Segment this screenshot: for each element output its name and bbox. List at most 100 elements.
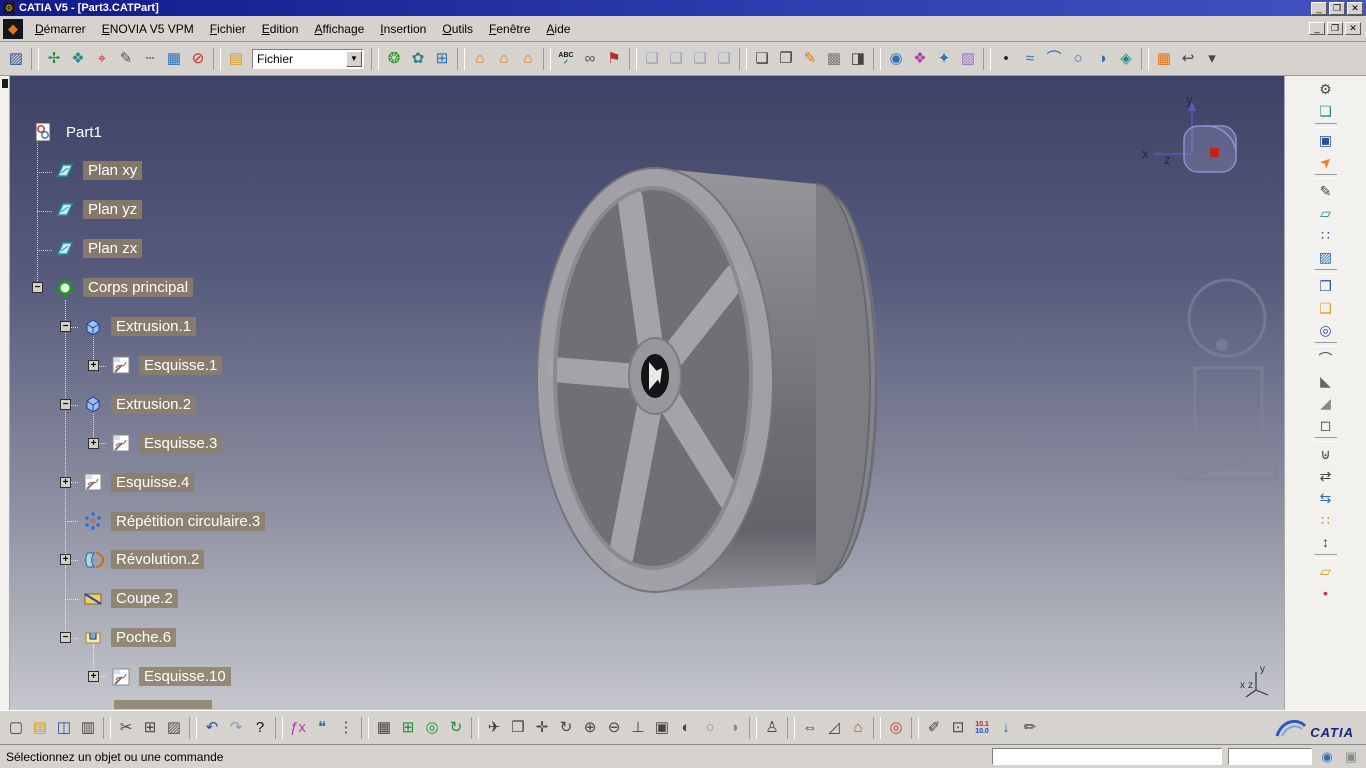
paste-icon[interactable]: ▨ [162,716,186,740]
toolbar-separator[interactable] [371,47,379,70]
orientation-compass[interactable]: y x z [1142,92,1237,173]
status-sphere-icon[interactable]: ◉ [1318,748,1336,766]
dashed-line-icon[interactable]: ┄ [138,47,162,71]
arrow-down-icon[interactable]: ↓ [994,716,1018,740]
menu-edition[interactable]: Edition [254,18,307,40]
boolean-tool-icon[interactable]: ⊎ [1314,443,1338,465]
tree-item-label[interactable]: Esquisse.3 [139,433,223,453]
window-icon[interactable]: ❏ [750,47,774,71]
publish-icon[interactable]: ⚑ [602,47,626,71]
frame-icon-3[interactable]: ❏ [688,47,712,71]
tree-expander-plus[interactable]: + [88,671,99,683]
tree-item-label[interactable]: Coupe.2 [111,589,178,609]
toolbar-separator[interactable] [911,716,919,739]
toolbar-separator[interactable] [739,47,747,70]
tree-item-label[interactable]: Plan xy [83,161,143,181]
sphere-icon[interactable]: ◉ [884,47,908,71]
toolbar-separator[interactable] [361,716,369,739]
open-icon[interactable]: ▤ [28,716,52,740]
update-icon[interactable]: ❂ [382,47,406,71]
manipulation-icon[interactable]: ❖ [66,47,90,71]
material-lib-icon[interactable]: ❖ [908,47,932,71]
tree-item-label[interactable]: Esquisse.1 [139,355,223,375]
tree-item-esquisse-1[interactable]: Esquisse.1 [110,350,223,380]
pad-tool-icon[interactable]: ❐ [1314,275,1338,297]
toolbar-separator[interactable] [31,47,39,70]
mdi-close-button[interactable]: ✕ [1345,22,1361,35]
tree-item-corps-principal[interactable]: Corps principal [54,273,194,303]
tree-expander-minus[interactable]: − [60,321,71,332]
redo-icon[interactable]: ↷ [224,716,248,740]
more-dots-icon[interactable]: ⋮ [334,716,358,740]
tree-item-label[interactable]: Répétition circulaire.3 [111,511,266,531]
menu-affichage[interactable]: Affichage [306,18,372,40]
sphere-measure-icon[interactable]: ◎ [420,716,444,740]
toolbar-separator[interactable] [471,716,479,739]
hyperlink-icon[interactable]: ∞ [578,47,602,71]
sketch-grid-icon[interactable]: ▨ [1314,246,1338,268]
fly-mode-icon[interactable]: ✈ [482,716,506,740]
catalog-browser-icon[interactable]: ◎ [884,716,908,740]
save-icon[interactable]: ◫ [52,716,76,740]
scale-tool-icon[interactable]: ↕ [1314,531,1338,553]
tree-expander-plus[interactable]: + [88,437,99,449]
sketcher-icon[interactable]: ✎ [1314,180,1338,202]
new-file-icon[interactable]: ▢ [4,716,28,740]
workbench-icon[interactable]: ▨ [4,47,28,71]
measure-item-icon[interactable]: ◿ [822,716,846,740]
wheel-3d-model[interactable] [536,167,878,593]
fillet-tool-icon[interactable]: ⌒ [1314,348,1338,370]
settings-gear-icon[interactable]: ⚙ [1314,78,1338,100]
tree-expander-minus[interactable]: − [32,282,43,294]
pen-icon[interactable]: ✎ [114,47,138,71]
mirror-tool-icon[interactable]: ⇆ [1314,487,1338,509]
formula-icon[interactable]: ƒx [286,716,310,740]
combo-dropdown-button[interactable]: ▼ [346,50,362,67]
toolbar-separator[interactable] [543,47,551,70]
more-chevron-icon[interactable]: ▾ [1200,47,1224,71]
tree-item-esquisse-10[interactable]: Esquisse.10 [110,662,231,692]
zoom-area-icon[interactable]: ⊡ [946,716,970,740]
plane-tool-icon[interactable]: ▱ [1314,560,1338,582]
snap-grid-icon[interactable]: ⊞ [396,716,420,740]
toolbar-separator[interactable] [873,47,881,70]
pattern-tool-icon[interactable]: ∷ [1314,509,1338,531]
tree-expander-plus[interactable]: + [88,359,99,371]
catalog-icon-1[interactable]: ⌂ [468,47,492,71]
toolbar-separator[interactable] [275,716,283,739]
shell-tool-icon[interactable]: ◻ [1314,414,1338,436]
cut-icon[interactable]: ✂ [114,716,138,740]
grid-table-icon[interactable]: ▦ [372,716,396,740]
catalog-icon-2[interactable]: ⌂ [492,47,516,71]
views-icon[interactable]: ❐ [774,47,798,71]
swap-visible-icon[interactable]: ◑ [722,716,746,740]
tree-item-label[interactable]: Corps principal [83,278,194,298]
tree-item-label[interactable]: Esquisse.4 [111,472,195,492]
rotate-icon[interactable]: ↻ [554,716,578,740]
multi-view-icon[interactable]: ❒ [506,716,530,740]
workbench-frame-icon[interactable]: ❏ [1314,100,1338,122]
print-icon[interactable]: ▥ [76,716,100,740]
menu-d-marrer[interactable]: Démarrer [27,18,94,40]
annotate-icon[interactable]: ✐ [922,716,946,740]
tree-item-label[interactable]: Extrusion.2 [111,394,197,414]
menu-fichier[interactable]: Fichier [202,18,254,40]
tree-item-label[interactable]: Plan zx [83,239,143,259]
toolbar-separator[interactable] [983,47,991,70]
texture-icon[interactable]: ▩ [822,47,846,71]
status-box-icon[interactable]: ▣ [1342,748,1360,766]
toolbar-separator[interactable] [629,47,637,70]
restore-button[interactable]: ❐ [1329,1,1345,15]
toolbar-separator[interactable] [749,716,757,739]
sketch-ruler-icon[interactable]: ✏ [1018,716,1042,740]
mdi-minimize-button[interactable]: _ [1309,22,1325,35]
frame-icon-4[interactable]: ❏ [712,47,736,71]
zoom-out-icon[interactable]: ⊖ [602,716,626,740]
grid-icon[interactable]: ▦ [1152,47,1176,71]
no-show-icon[interactable]: ⊘ [186,47,210,71]
status-secondary-field[interactable] [1228,748,1312,765]
tree-item-poche-6[interactable]: Poche.6 [82,623,177,653]
tree-item-plan-yz[interactable]: Plan yz [54,195,143,225]
tree-item-plan-xy[interactable]: Plan xy [54,156,143,186]
open-folder-icon[interactable]: ▤ [224,47,248,71]
